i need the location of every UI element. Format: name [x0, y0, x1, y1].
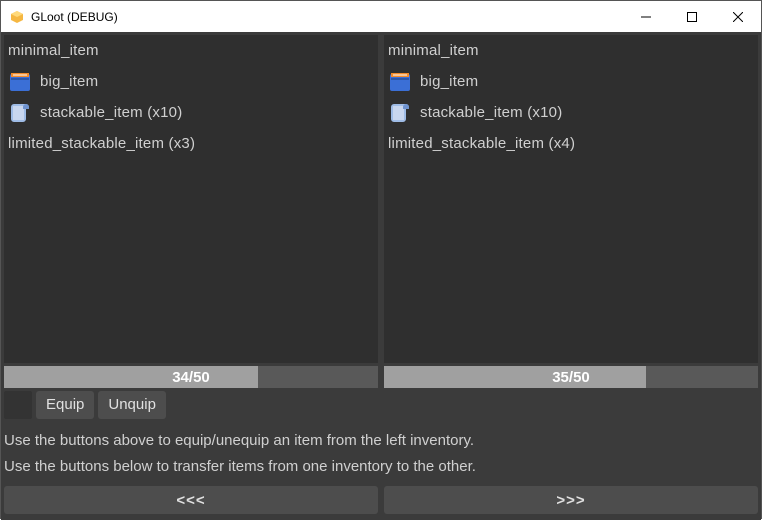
list-item[interactable]: big_item [384, 66, 758, 97]
capacity-bars: 34/50 35/50 [1, 366, 761, 388]
equip-button-row: Equip Unquip [1, 388, 761, 422]
list-item[interactable]: limited_stackable_item (x4) [384, 128, 758, 159]
item-label: stackable_item (x10) [420, 104, 562, 121]
item-label: stackable_item (x10) [40, 104, 182, 121]
capacity-bar-right: 35/50 [384, 366, 758, 388]
book-icon [388, 70, 412, 94]
list-item[interactable]: stackable_item (x10) [4, 97, 378, 128]
transfer-left-button[interactable]: <<< [4, 486, 378, 514]
item-label: minimal_item [8, 42, 99, 59]
item-label: big_item [40, 73, 98, 90]
capacity-label-right: 35/50 [384, 366, 758, 388]
maximize-button[interactable] [669, 1, 715, 32]
minimize-button[interactable] [623, 1, 669, 32]
list-item[interactable]: minimal_item [4, 35, 378, 66]
window-title: GLoot (DEBUG) [31, 10, 118, 24]
item-label: limited_stackable_item (x3) [8, 135, 195, 152]
inventory-left[interactable]: minimal_item big_item stackable_item (x10)… [4, 35, 378, 363]
app-body: minimal_item big_item stackable_item (x10)… [1, 32, 761, 520]
list-item[interactable]: minimal_item [384, 35, 758, 66]
instructions: Use the buttons above to equip/unequip a… [1, 422, 761, 486]
capacity-bar-left: 34/50 [4, 366, 378, 388]
equip-button[interactable]: Equip [36, 391, 94, 419]
unequip-button[interactable]: Unquip [98, 391, 166, 419]
book-icon [8, 70, 32, 94]
scroll-icon [8, 101, 32, 125]
instruction-line-1: Use the buttons above to equip/unequip a… [4, 428, 756, 454]
transfer-button-row: <<< >>> [1, 486, 761, 514]
app-icon [9, 9, 25, 25]
inventory-right[interactable]: minimal_item big_item stackable_item (x10)… [384, 35, 758, 363]
capacity-label-left: 34/50 [4, 366, 378, 388]
item-label: minimal_item [388, 42, 479, 59]
close-button[interactable] [715, 1, 761, 32]
scroll-icon [388, 101, 412, 125]
transfer-right-button[interactable]: >>> [384, 486, 758, 514]
list-item[interactable]: stackable_item (x10) [384, 97, 758, 128]
window-titlebar: GLoot (DEBUG) [1, 1, 761, 32]
equip-slot[interactable] [4, 391, 32, 419]
instruction-line-2: Use the buttons below to transfer items … [4, 454, 756, 480]
list-item[interactable]: limited_stackable_item (x3) [4, 128, 378, 159]
item-label: big_item [420, 73, 478, 90]
inventory-panels: minimal_item big_item stackable_item (x10)… [1, 32, 761, 366]
list-item[interactable]: big_item [4, 66, 378, 97]
item-label: limited_stackable_item (x4) [388, 135, 575, 152]
